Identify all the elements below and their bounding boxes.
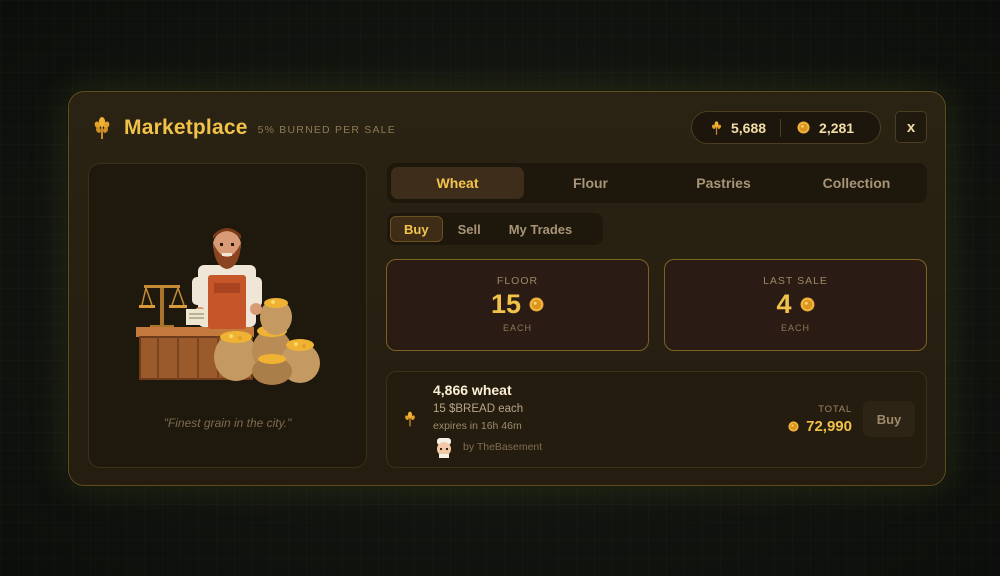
coin-icon <box>529 297 544 312</box>
wheat-balance: 5,688 <box>711 120 766 136</box>
merchant-illustration <box>136 228 320 385</box>
subtab-buy[interactable]: Buy <box>390 216 443 242</box>
coin-balance-value: 2,281 <box>819 119 855 136</box>
coin-icon <box>797 121 810 134</box>
marketplace-modal: Marketplace 5% BURNED PER SALE 5,688 2,2… <box>68 91 946 486</box>
listing-expiry: expires in 16h 46m <box>433 420 522 432</box>
page-title: Marketplace <box>124 116 248 139</box>
wheat-icon <box>94 117 110 139</box>
close-button[interactable]: x <box>895 111 927 143</box>
listing-title: 4,866 wheat <box>433 382 512 398</box>
trade-mode-tabs: Buy Sell My Trades <box>387 213 603 245</box>
burn-note: 5% BURNED PER SALE <box>257 123 396 136</box>
last-sale-value-row: 4 <box>665 289 926 320</box>
floor-label: FLOOR <box>496 275 539 287</box>
coin-balance: 2,281 <box>797 120 854 136</box>
floor-price-card: FLOOR 15 EACH <box>386 259 649 351</box>
subtab-my-trades[interactable]: My Trades <box>496 216 586 242</box>
avatar <box>437 438 451 458</box>
tab-flour[interactable]: Flour <box>524 167 657 199</box>
floor-value: 15 <box>490 289 522 319</box>
last-sale-card: LAST SALE 4 EACH <box>664 259 927 351</box>
merchant-card: "Finest grain in the city." <box>88 163 367 468</box>
wheat-balance-value: 5,688 <box>731 119 767 136</box>
seller-name: by TheBasement <box>463 441 543 453</box>
category-tabs: Wheat Flour Pastries Collection <box>387 163 927 203</box>
buy-button[interactable]: Buy <box>863 401 915 437</box>
balance-divider <box>780 118 782 137</box>
tab-wheat[interactable]: Wheat <box>391 167 524 199</box>
coin-icon <box>800 297 814 312</box>
listing-seller: by TheBasement <box>433 436 542 458</box>
floor-unit: EACH <box>502 323 532 333</box>
floor-value-row: 15 <box>387 289 648 320</box>
tab-pastries[interactable]: Pastries <box>657 167 790 199</box>
tab-collection[interactable]: Collection <box>790 167 923 199</box>
wheat-icon <box>712 120 721 135</box>
last-sale-unit: EACH <box>780 323 810 333</box>
subtab-sell[interactable]: Sell <box>445 216 494 242</box>
listing-row: 4,866 wheat 15 $BREAD each expires in 16… <box>386 371 927 468</box>
coin-icon <box>788 421 799 432</box>
merchant-quote: "Finest grain in the city." <box>163 416 292 430</box>
modal-header: Marketplace 5% BURNED PER SALE <box>93 114 396 142</box>
balance-pill: 5,688 2,281 <box>691 111 881 144</box>
total-label: TOTAL <box>818 404 852 415</box>
total-value: 72,990 <box>806 418 852 435</box>
last-sale-label: LAST SALE <box>763 275 828 287</box>
last-sale-value: 4 <box>776 289 792 319</box>
listing-unit-price: 15 $BREAD each <box>433 403 524 415</box>
wheat-icon <box>405 411 415 427</box>
total-value-row: 72,990 <box>788 418 852 435</box>
